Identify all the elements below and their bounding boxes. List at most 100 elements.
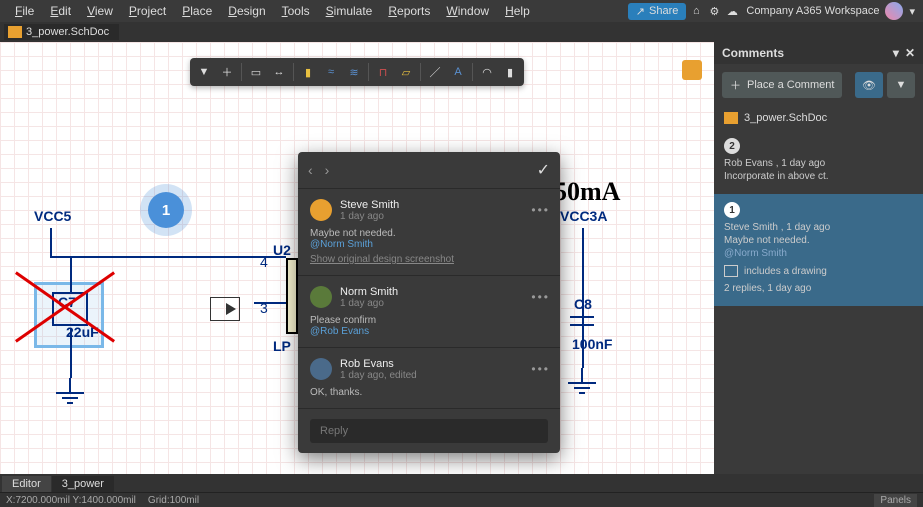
comment-list-item-1[interactable]: 1 Steve Smith , 1 day ago Maybe not need… (714, 194, 923, 306)
current-annotation: 50mA (554, 177, 620, 207)
wire-icon[interactable]: ≈ (320, 61, 342, 83)
comment-annotation-1[interactable]: 1 (148, 192, 184, 228)
cursor-coords: X:7200.000mil Y:1400.000mil (6, 495, 136, 506)
footer-tab-3power[interactable]: 3_power (52, 476, 114, 492)
pin-icon[interactable]: ▾ (893, 46, 899, 60)
panel-file-header[interactable]: 3_power.SchDoc (714, 106, 923, 130)
chevron-down-icon: ▾ (909, 5, 915, 18)
menu-place[interactable]: Place (175, 2, 219, 20)
wire (50, 256, 286, 258)
schdoc-icon (8, 26, 22, 38)
menu-reports[interactable]: Reports (381, 2, 437, 20)
comment-meta: Rob Evans , 1 day ago (724, 158, 913, 169)
menu-window[interactable]: Window (439, 2, 496, 20)
u2-ref: U2 (273, 242, 291, 258)
comment-body: Maybe not needed. (310, 228, 396, 239)
comment-date: 1 day ago (340, 298, 398, 309)
menu-edit[interactable]: Edit (43, 2, 78, 20)
avatar (885, 2, 903, 20)
component-u2[interactable] (286, 258, 298, 334)
prev-comment-icon[interactable]: ‹ (308, 162, 313, 178)
u2-type: LP (273, 338, 291, 354)
filter-icon[interactable]: ▼ (193, 61, 215, 83)
plus-icon: ＋ (730, 77, 741, 93)
cloud-icon: ☁ (724, 3, 740, 19)
menu-design[interactable]: Design (221, 2, 272, 20)
workspace-selector[interactable]: ☁ Company A365 Workspace ▾ (724, 2, 915, 20)
comment-number-badge: 2 (724, 138, 740, 154)
menu-simulate[interactable]: Simulate (319, 2, 380, 20)
canvas-area: VCC5 VCC3A 50mA C7 22uF U2 (0, 42, 714, 474)
comment-3: Rob Evans 1 day ago, edited ••• OK, than… (298, 348, 560, 409)
menu-view[interactable]: View (80, 2, 120, 20)
document-tabs: 3_power.SchDoc (0, 22, 923, 42)
gnd-symbol (562, 368, 602, 398)
tab-label: 3_power.SchDoc (26, 26, 109, 38)
includes-drawing-label: includes a drawing (744, 266, 827, 277)
replies-label: 2 replies, 1 day ago (724, 283, 913, 294)
move-icon[interactable]: ↔ (268, 61, 290, 83)
direction-arrow (210, 297, 240, 321)
share-button[interactable]: ↗ Share (628, 3, 687, 20)
view-toggle-icon[interactable]: 👁 (855, 72, 883, 98)
grid-size: Grid:100mil (148, 495, 199, 506)
home-icon[interactable]: ⌂ (688, 3, 704, 19)
net-label-vcc5: VCC5 (34, 208, 71, 224)
schdoc-icon (724, 112, 738, 124)
next-comment-icon[interactable]: › (325, 162, 330, 178)
footer-tab-editor[interactable]: Editor (2, 476, 51, 492)
tab-3power[interactable]: 3_power.SchDoc (4, 24, 119, 40)
menu-tools[interactable]: Tools (275, 2, 317, 20)
avatar-icon (310, 286, 332, 308)
component-icon[interactable]: ▮ (297, 61, 319, 83)
avatar-icon (310, 358, 332, 380)
place-comment-button[interactable]: ＋ Place a Comment (722, 72, 842, 98)
comment-body: Maybe not needed. (724, 235, 913, 246)
more-icon[interactable]: ••• (531, 203, 550, 217)
net-icon[interactable]: ⊓ (372, 61, 394, 83)
filter-icon[interactable]: ▼ (887, 72, 915, 98)
comment-user: Steve Smith (340, 199, 399, 211)
drawing-icon (724, 265, 738, 277)
panel-file-name: 3_power.SchDoc (744, 112, 827, 124)
cap-plate (570, 324, 594, 326)
close-icon[interactable]: ✕ (905, 46, 915, 60)
menu-help[interactable]: Help (498, 2, 537, 20)
line-icon[interactable]: ／ (424, 61, 446, 83)
rect-icon[interactable]: ▭ (245, 61, 267, 83)
port-icon[interactable]: ▱ (395, 61, 417, 83)
avatar-canvas-icon[interactable] (682, 60, 702, 80)
avatar-icon (310, 199, 332, 221)
comment-body: Incorporate in above ct. (724, 171, 913, 182)
mention[interactable]: @Norm Smith (310, 239, 373, 250)
reply-input[interactable]: Reply (310, 419, 548, 443)
resolve-check-icon[interactable]: ✓ (537, 160, 550, 180)
bus-icon[interactable]: ≋ (343, 61, 365, 83)
mention[interactable]: @Rob Evans (310, 326, 369, 337)
gnd-symbol (50, 378, 90, 408)
more-icon[interactable]: ▮ (499, 61, 521, 83)
comment-date: 1 day ago (340, 211, 399, 222)
arc-icon[interactable]: ◠ (476, 61, 498, 83)
more-icon[interactable]: ••• (531, 290, 550, 304)
plus-icon[interactable]: ＋ (216, 61, 238, 83)
share-label: Share (649, 5, 678, 17)
comment-list-item-2[interactable]: 2 Rob Evans , 1 day ago Incorporate in a… (714, 130, 923, 194)
gear-icon[interactable]: ⚙ (706, 3, 722, 19)
schematic-toolbar: ▼ ＋ ▭ ↔ ▮ ≈ ≋ ⊓ ▱ ／ A ◠ ▮ (190, 58, 524, 86)
net-label-vcc3a: VCC3A (560, 208, 607, 224)
schematic-canvas[interactable]: VCC5 VCC3A 50mA C7 22uF U2 (0, 42, 714, 474)
menu-project[interactable]: Project (122, 2, 173, 20)
wire (70, 328, 72, 378)
panels-button[interactable]: Panels (874, 494, 917, 507)
show-screenshot-link[interactable]: Show original design screenshot (310, 254, 548, 265)
comments-panel: Comments ▾ ✕ ＋ Place a Comment 👁 ▼ 3_pow… (714, 42, 923, 474)
text-icon[interactable]: A (447, 61, 469, 83)
comment-body: OK, thanks. (310, 387, 548, 398)
c8-value: 100nF (572, 336, 612, 352)
comment-thread-dialog: ‹ › ✓ Steve Smith 1 day ago ••• (298, 152, 560, 453)
workspace-name: Company A365 Workspace (746, 5, 879, 17)
menu-file[interactable]: File (8, 2, 41, 20)
footer-tabs: Editor 3_power (0, 474, 923, 492)
more-icon[interactable]: ••• (531, 362, 550, 376)
